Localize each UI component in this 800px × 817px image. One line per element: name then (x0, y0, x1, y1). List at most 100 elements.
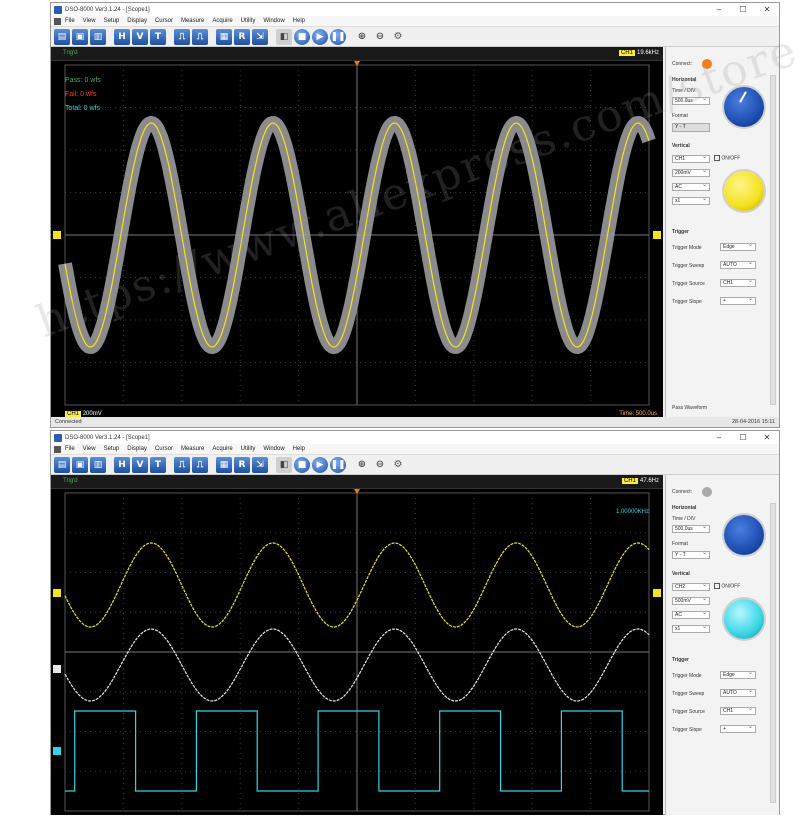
trigger-mode-label: Trigger Mode (672, 245, 702, 251)
channel-select[interactable]: CH2 (672, 582, 710, 591)
horizontal-knob[interactable] (724, 515, 764, 555)
trigger-slope-select[interactable]: + (720, 296, 756, 305)
menu-setup[interactable]: Setup (104, 18, 120, 24)
menu-measure[interactable]: Measure (181, 18, 204, 24)
trigger-sweep-select[interactable]: AUTO (720, 260, 756, 269)
format-select[interactable]: Y - T (672, 550, 710, 559)
coupling-select[interactable]: AC (672, 610, 710, 619)
menu-utility[interactable]: Utility (241, 18, 256, 24)
status-datetime: 28-04-2016 15:11 (731, 419, 775, 425)
open-icon[interactable]: ▤ (54, 28, 70, 45)
trigger-sweep-select[interactable]: AUTO (720, 688, 756, 697)
trigger-mode-select[interactable]: Edge (720, 242, 756, 251)
zoom-out-icon[interactable]: ⊖ (372, 457, 388, 473)
print-icon[interactable]: ▥ (90, 456, 106, 473)
trigger-sweep-label: Trigger Sweep (672, 263, 705, 269)
onoff-label: ON/OFF (721, 155, 741, 162)
menu-help[interactable]: Help (293, 446, 305, 452)
panel-scrollbar[interactable] (770, 75, 776, 405)
stop-icon[interactable]: ■ (294, 456, 310, 473)
vertical-button[interactable]: V (132, 456, 148, 473)
menu-help[interactable]: Help (293, 18, 305, 24)
probe-select[interactable]: x1 (672, 624, 710, 633)
menu-display[interactable]: Display (127, 446, 147, 452)
zoom-in-icon[interactable]: ⊕ (354, 457, 370, 473)
menu-utility[interactable]: Utility (241, 446, 256, 452)
maximize-icon[interactable]: ☐ (731, 5, 755, 14)
volts-select[interactable]: 500mV (672, 596, 710, 605)
pause-icon[interactable]: ❚❚ (330, 28, 346, 45)
total-count: Total: 0 wfs (65, 105, 101, 112)
menu-acquire[interactable]: Acquire (212, 18, 232, 24)
trigger-slope-label: Trigger Slope (672, 299, 702, 305)
menu-measure[interactable]: Measure (181, 446, 204, 452)
pulse-alt-icon[interactable]: ⎍ (192, 456, 208, 473)
menu-file[interactable]: File (65, 18, 75, 24)
zoom-out-icon[interactable]: ⊖ (372, 29, 388, 45)
pass-count: Pass: 0 wfs (65, 77, 101, 84)
menu-file[interactable]: File (65, 446, 75, 452)
menu-display[interactable]: Display (127, 18, 147, 24)
grid-icon[interactable]: ▦ (216, 28, 232, 45)
horizontal-button[interactable]: H (114, 456, 130, 473)
print-icon[interactable]: ▥ (90, 28, 106, 45)
reset-button[interactable]: R (234, 28, 250, 45)
channel-select[interactable]: CH1 (672, 154, 710, 163)
single-icon[interactable]: ◧ (276, 456, 292, 473)
vertical-knob[interactable] (724, 599, 764, 639)
export-icon[interactable]: ⇲ (252, 28, 268, 45)
single-icon[interactable]: ◧ (276, 28, 292, 45)
close-icon[interactable]: ✕ (755, 433, 779, 442)
trigger-source-select[interactable]: CH1 (720, 706, 756, 715)
window-controls: – ☐ ✕ (707, 433, 779, 442)
panel-scrollbar[interactable] (770, 503, 776, 803)
trigger-slope-select[interactable]: + (720, 724, 756, 733)
trigger-source-select[interactable]: CH1 (720, 278, 756, 287)
stop-icon[interactable]: ■ (294, 28, 310, 45)
app-icon (54, 433, 62, 442)
menu-acquire[interactable]: Acquire (212, 446, 232, 452)
settings-icon[interactable]: ⚙ (390, 457, 406, 473)
pulse-alt-icon[interactable]: ⎍ (192, 28, 208, 45)
zoom-in-icon[interactable]: ⊕ (354, 29, 370, 45)
trigger-mode-select[interactable]: Edge (720, 670, 756, 679)
menu-setup[interactable]: Setup (104, 446, 120, 452)
close-icon[interactable]: ✕ (755, 5, 779, 14)
menu-cursor[interactable]: Cursor (155, 18, 173, 24)
settings-icon[interactable]: ⚙ (390, 29, 406, 45)
menu-bar: File View Setup Display Cursor Measure A… (51, 16, 779, 27)
reset-button[interactable]: R (234, 456, 250, 473)
pulse-icon[interactable]: ⎍ (174, 456, 190, 473)
save-icon[interactable]: ▣ (72, 28, 88, 45)
pause-icon[interactable]: ❚❚ (330, 456, 346, 473)
trigger-button[interactable]: T (150, 28, 166, 45)
onoff-checkbox[interactable]: ON/OFF (714, 155, 740, 161)
save-icon[interactable]: ▣ (72, 456, 88, 473)
onoff-checkbox[interactable]: ON/OFF (714, 583, 740, 589)
open-icon[interactable]: ▤ (54, 456, 70, 473)
menu-window[interactable]: Window (263, 18, 284, 24)
vertical-button[interactable]: V (132, 28, 148, 45)
format-field[interactable]: Y - T (672, 123, 710, 132)
export-icon[interactable]: ⇲ (252, 456, 268, 473)
grid-icon[interactable]: ▦ (216, 456, 232, 473)
volts-select[interactable]: 200mV (672, 168, 710, 177)
trigger-button[interactable]: T (150, 456, 166, 473)
minimize-icon[interactable]: – (707, 433, 731, 442)
maximize-icon[interactable]: ☐ (731, 433, 755, 442)
run-icon[interactable]: ▶ (312, 28, 328, 45)
menu-cursor[interactable]: Cursor (155, 446, 173, 452)
time-div-select[interactable]: 500.0us (672, 524, 710, 533)
horizontal-button[interactable]: H (114, 28, 130, 45)
menu-view[interactable]: View (83, 18, 96, 24)
menu-window[interactable]: Window (263, 446, 284, 452)
pulse-icon[interactable]: ⎍ (174, 28, 190, 45)
probe-select[interactable]: x1 (672, 196, 710, 205)
vertical-knob[interactable] (724, 171, 764, 211)
run-icon[interactable]: ▶ (312, 456, 328, 473)
onoff-label: ON/OFF (721, 583, 741, 590)
minimize-icon[interactable]: – (707, 5, 731, 14)
waveform-grid[interactable] (51, 489, 663, 815)
menu-view[interactable]: View (83, 446, 96, 452)
coupling-select[interactable]: AC (672, 182, 710, 191)
